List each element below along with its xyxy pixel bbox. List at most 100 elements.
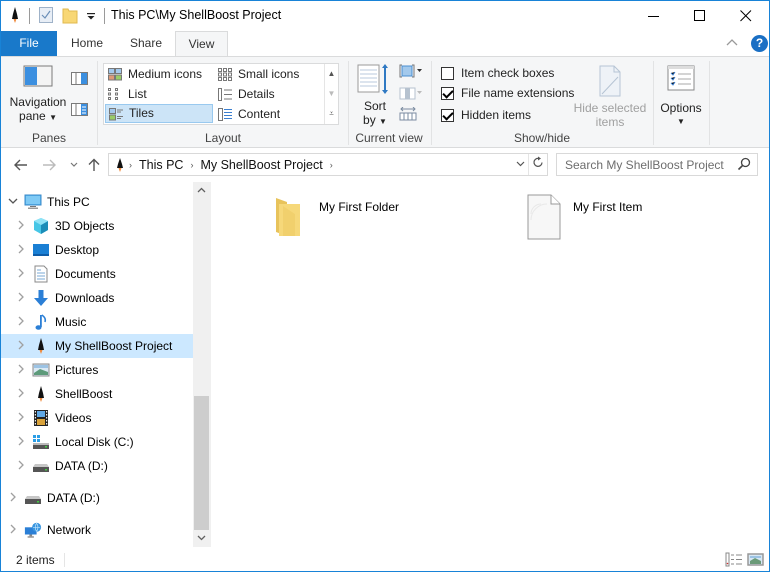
scroll-down-icon[interactable] [193, 530, 210, 547]
sidebar-item-documents[interactable]: Documents [1, 262, 193, 286]
breadcrumb-my-shellboost-project[interactable]: My ShellBoost Project [200, 158, 322, 172]
list-item-folder[interactable]: My First Folder [269, 190, 469, 242]
item-name: My First Folder [319, 200, 400, 214]
navigation-pane-scrollbar[interactable] [193, 182, 210, 547]
item-check-boxes-toggle[interactable]: Item check boxes [441, 64, 554, 82]
minimize-button[interactable] [631, 1, 677, 31]
sidebar-item-label: Videos [55, 411, 92, 425]
new-folder-icon[interactable] [62, 6, 78, 27]
sidebar-item-music[interactable]: Music [1, 310, 193, 334]
scrollbar-thumb[interactable] [194, 396, 209, 530]
hide-selected-items-button: Hide selected items [573, 65, 647, 129]
file-icon [527, 194, 561, 243]
large-icons-view-button[interactable] [747, 552, 765, 567]
customize-dropdown-icon[interactable] [86, 6, 96, 27]
chevron-right-icon[interactable] [15, 220, 27, 233]
sidebar-item-data-d[interactable]: DATA (D:) [1, 486, 193, 510]
address-history-dropdown[interactable] [512, 154, 528, 175]
layout-tiles[interactable]: Tiles [105, 104, 213, 123]
file-name-extensions-checkbox[interactable] [441, 86, 454, 100]
navigation-pane-button[interactable]: Navigation pane ▼ [7, 65, 69, 125]
file-name-extensions-toggle[interactable]: File name extensions [441, 84, 574, 102]
details-pane-button[interactable] [71, 103, 88, 119]
search-box[interactable]: Search My ShellBoost Project [556, 153, 758, 176]
recent-locations-button[interactable] [67, 155, 81, 175]
sidebar-item-shellboost[interactable]: ShellBoost [1, 382, 193, 406]
search-icon[interactable] [737, 157, 751, 174]
chevron-right-icon[interactable] [15, 388, 27, 401]
hidden-items-checkbox[interactable] [441, 108, 454, 122]
tab-view[interactable]: View [175, 31, 228, 57]
list-item-file[interactable]: My First Item [523, 190, 723, 242]
documents-icon [32, 265, 50, 283]
sort-by-button[interactable]: Sort by ▼ [357, 63, 393, 129]
scroll-up-icon[interactable] [193, 182, 210, 199]
explorer-window: This PC\My ShellBoost Project File Home … [0, 0, 770, 572]
shellboost-rocket-icon[interactable] [9, 6, 21, 27]
group-by-button[interactable] [399, 64, 423, 81]
layout-item-label: Medium icons [128, 67, 203, 81]
window-title: This PC\My ShellBoost Project [111, 8, 282, 22]
sidebar-item-local-disk-c[interactable]: Local Disk (C:) [1, 430, 193, 454]
chevron-right-icon[interactable] [15, 412, 27, 425]
chevron-right-icon[interactable] [15, 436, 27, 449]
details-view-button[interactable] [725, 552, 743, 567]
chevron-right-icon[interactable] [15, 316, 27, 329]
maximize-button[interactable] [677, 1, 723, 31]
medium-icons-icon [108, 68, 122, 81]
properties-icon[interactable] [38, 6, 54, 27]
close-button[interactable] [723, 1, 769, 31]
chevron-right-icon[interactable] [15, 460, 27, 473]
back-button[interactable] [11, 155, 31, 175]
help-button[interactable]: ? [751, 35, 768, 52]
breadcrumb-chevron-icon[interactable]: › [190, 160, 193, 170]
item-check-boxes-checkbox[interactable] [441, 66, 454, 80]
chevron-right-icon[interactable] [15, 268, 27, 281]
sidebar-item-3d-objects[interactable]: 3D Objects [1, 214, 193, 238]
breadcrumb-chevron-icon[interactable]: › [129, 160, 132, 170]
layout-list[interactable]: List [105, 85, 213, 104]
layout-details[interactable]: Details [215, 85, 323, 104]
layout-content[interactable]: Content [215, 105, 323, 124]
gallery-more-icon[interactable]: ⩡ [325, 104, 338, 124]
sidebar-item-videos[interactable]: Videos [1, 406, 193, 430]
layout-medium-icons[interactable]: Medium icons [105, 65, 213, 84]
sidebar-item-desktop[interactable]: Desktop [1, 238, 193, 262]
size-columns-button[interactable] [399, 106, 417, 124]
hidden-items-toggle[interactable]: Hidden items [441, 106, 531, 124]
sort-by-label: Sort [363, 99, 386, 113]
sidebar-item-data-d[interactable]: DATA (D:) [1, 454, 193, 478]
chevron-right-icon[interactable] [15, 340, 27, 353]
gallery-scroll-down-icon[interactable]: ▼ [325, 84, 338, 104]
toolbar-divider [104, 8, 105, 24]
layout-small-icons[interactable]: Small icons [215, 65, 323, 84]
chevron-right-icon[interactable] [15, 364, 27, 377]
breadcrumb-this-pc[interactable]: This PC [139, 158, 183, 172]
refresh-button[interactable] [528, 154, 547, 175]
sidebar-item-network[interactable]: Network [1, 518, 193, 542]
chevron-right-icon[interactable] [15, 244, 27, 257]
chevron-down-icon[interactable] [7, 197, 19, 208]
dropdown-arrow-icon: ▼ [379, 117, 387, 126]
breadcrumb-chevron-icon[interactable]: › [330, 160, 333, 170]
tab-share[interactable]: Share [117, 31, 175, 56]
search-input[interactable]: Search My ShellBoost Project [565, 158, 724, 172]
collapse-ribbon-icon[interactable] [726, 37, 738, 51]
options-button[interactable]: Options ▼ [657, 65, 705, 129]
up-button[interactable] [85, 155, 103, 175]
sidebar-item-label: Network [47, 523, 92, 537]
chevron-right-icon[interactable] [7, 524, 19, 537]
chevron-right-icon[interactable] [7, 492, 19, 505]
sidebar-item-this-pc[interactable]: This PC [1, 190, 193, 214]
preview-pane-button[interactable] [71, 72, 88, 88]
chevron-right-icon[interactable] [15, 292, 27, 305]
tab-file[interactable]: File [1, 31, 57, 56]
tab-home[interactable]: Home [59, 31, 115, 56]
sidebar-item-pictures[interactable]: Pictures [1, 358, 193, 382]
pictures-icon [32, 361, 50, 379]
sidebar-item-my-shellboost-project[interactable]: My ShellBoost Project [1, 334, 193, 358]
forward-button[interactable] [39, 155, 59, 175]
gallery-scroll-up-icon[interactable]: ▲ [325, 64, 338, 84]
address-bar[interactable]: › This PC › My ShellBoost Project › [108, 153, 548, 176]
sidebar-item-downloads[interactable]: Downloads [1, 286, 193, 310]
